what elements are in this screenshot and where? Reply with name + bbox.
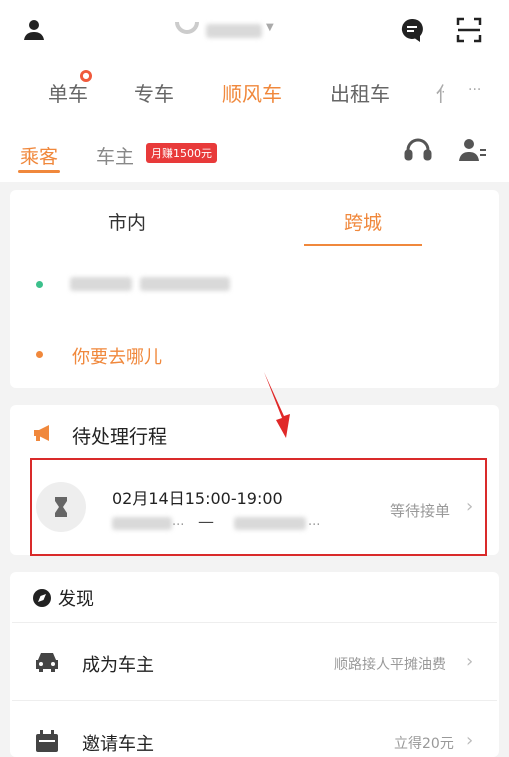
become-driver-chevron-icon: › [466, 651, 474, 672]
bike-badge-icon: ● [80, 70, 92, 82]
invite-driver-hint: 立得20元 [394, 736, 454, 752]
trip-destination-ellipsis: ... [308, 514, 321, 529]
megaphone-icon [32, 423, 56, 447]
trip-chevron-icon: › [466, 496, 474, 517]
divider [12, 622, 497, 623]
divider [12, 700, 497, 701]
trip-origin-ellipsis: ... [172, 514, 185, 529]
become-driver-hint: 顺路接人平摊油费 [334, 657, 446, 673]
tab-designated[interactable]: 代 [436, 78, 444, 107]
role-driver-tab[interactable]: 车主 [96, 142, 134, 169]
trip-status: 等待接单 [390, 502, 451, 520]
trip-destination-blurred [234, 517, 306, 530]
city-name-blurred[interactable] [206, 24, 262, 38]
invite-driver-chevron-icon: › [466, 730, 474, 751]
origin-address-blurred[interactable] [70, 277, 132, 291]
scan-icon[interactable] [456, 17, 482, 47]
car-icon [34, 651, 60, 677]
hourglass-icon [36, 482, 86, 532]
role-passenger-tab[interactable]: 乘客 [20, 142, 58, 169]
compass-icon [32, 588, 52, 612]
discover-title: 发现 [58, 589, 94, 610]
tab-intracity[interactable]: 市内 [108, 208, 146, 235]
tab-taxi[interactable]: 出租车 [330, 78, 390, 107]
driver-profile-icon[interactable] [458, 137, 486, 167]
trip-origin-blurred [112, 517, 172, 530]
message-icon[interactable] [400, 17, 424, 47]
tab-premier[interactable]: 专车 [134, 78, 174, 107]
more-icon[interactable]: ··· [468, 82, 481, 98]
tab-hitch[interactable]: 顺风车 [222, 78, 282, 107]
invite-driver-label: 邀请车主 [82, 734, 154, 755]
trip-arrow: — [198, 512, 214, 531]
calendar-icon [34, 730, 60, 756]
annotation-arrow [256, 370, 296, 444]
didi-logo-icon [174, 18, 200, 44]
role-passenger-underline [18, 170, 60, 173]
driver-earn-badge: 月赚1500元 [146, 143, 217, 163]
intercity-underline [304, 244, 422, 246]
headset-icon[interactable] [404, 137, 432, 167]
tab-bike[interactable]: 单车 [48, 78, 88, 107]
tab-intercity[interactable]: 跨城 [344, 208, 382, 235]
trip-time: 02月14日15:00-19:00 [112, 489, 283, 508]
origin-address-blurred-2[interactable] [140, 277, 230, 291]
origin-dot-icon [36, 281, 43, 288]
dropdown-icon[interactable]: ▼ [266, 22, 274, 33]
pending-title: 待处理行程 [72, 426, 168, 448]
profile-icon[interactable] [22, 18, 46, 42]
destination-dot-icon [36, 351, 43, 358]
destination-input[interactable]: 你要去哪儿 [72, 343, 162, 369]
become-driver-label: 成为车主 [82, 655, 154, 676]
